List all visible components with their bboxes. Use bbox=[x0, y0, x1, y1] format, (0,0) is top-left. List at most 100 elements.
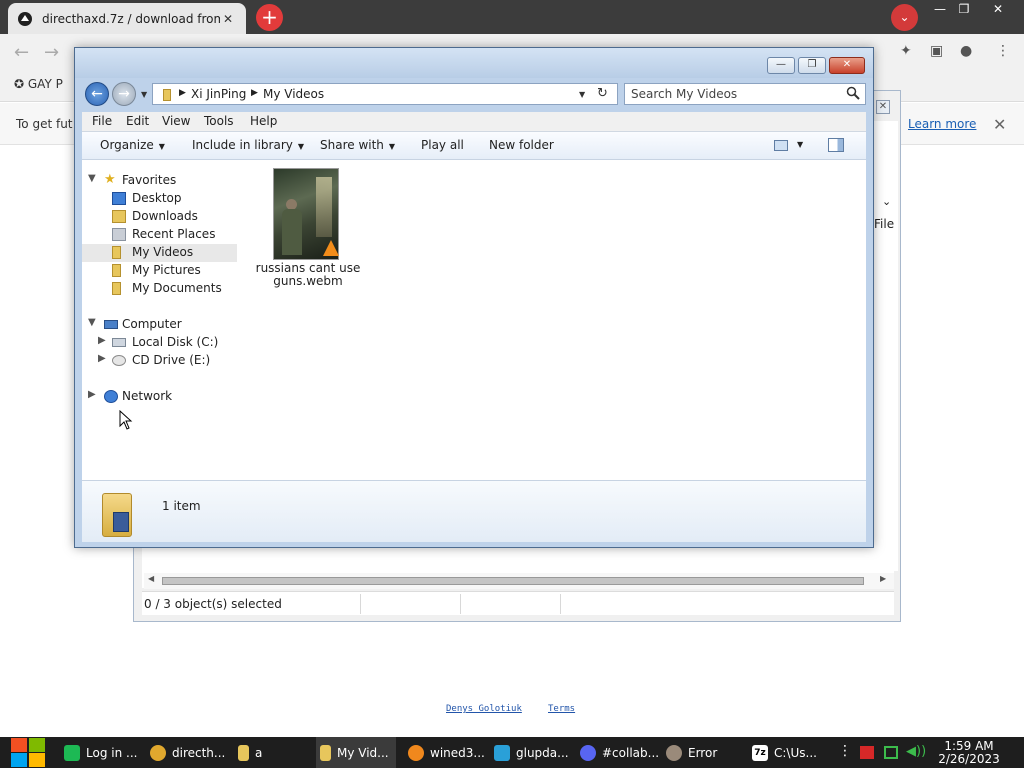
taskbar-item-wined3d[interactable]: wined3... bbox=[404, 737, 484, 768]
extensions-icon[interactable]: ✦ bbox=[900, 43, 912, 59]
nav-cd-drive[interactable]: ▶ CD Drive (E:) bbox=[82, 352, 241, 370]
file-item[interactable]: russians cant use guns.webm bbox=[253, 168, 363, 288]
window-close-button[interactable]: ✕ bbox=[976, 0, 1020, 18]
scroll-right-icon[interactable]: ▶ bbox=[880, 574, 886, 583]
flag-icon[interactable] bbox=[860, 746, 874, 759]
kebab-menu-icon[interactable]: ⋮ bbox=[996, 43, 1010, 59]
scroll-left-icon[interactable]: ◀ bbox=[148, 574, 154, 583]
info-bar-close-icon[interactable]: ✕ bbox=[993, 115, 1006, 134]
taskbar-item-error[interactable]: Error bbox=[662, 737, 740, 768]
7zip-icon: 7z bbox=[752, 744, 768, 761]
browser-tab[interactable]: directhaxd.7z / download from t ✕ bbox=[8, 3, 246, 34]
preview-pane-icon[interactable] bbox=[828, 138, 844, 152]
taskbar-item-7zip[interactable]: 7z C:\Us... bbox=[748, 737, 828, 768]
back-button[interactable]: ← bbox=[85, 82, 109, 106]
tab-title: directhaxd.7z / download from t bbox=[42, 11, 220, 26]
recent-pages-caret-icon[interactable]: ▼ bbox=[141, 90, 147, 99]
taskbar-item-folder-a[interactable]: a bbox=[234, 737, 312, 768]
learn-more-link[interactable]: Learn more bbox=[908, 117, 976, 131]
breadcrumb-separator-icon[interactable]: ▶ bbox=[179, 88, 186, 98]
address-row: ← → ▼ ▶ Xi JinPing ▶ My Videos ▼ ↻ bbox=[80, 79, 870, 109]
chevron-down-icon[interactable]: ⌄ bbox=[891, 4, 918, 31]
file-column-header[interactable]: File bbox=[874, 217, 894, 231]
window-maximize-button[interactable]: ❐ bbox=[952, 0, 976, 18]
address-bar[interactable]: ▶ Xi JinPing ▶ My Videos ▼ ↻ bbox=[152, 83, 618, 105]
network-tray-icon[interactable] bbox=[884, 746, 898, 759]
search-box[interactable] bbox=[624, 83, 866, 105]
terms-link[interactable]: Terms bbox=[548, 704, 575, 714]
breadcrumb-current[interactable]: My Videos bbox=[263, 87, 324, 101]
command-bar: Organize ▼ Include in library ▼ Share with… bbox=[82, 132, 866, 160]
archive-close-button[interactable]: ✕ bbox=[876, 100, 890, 114]
menu-edit[interactable]: Edit bbox=[126, 114, 149, 128]
desktop-icon bbox=[112, 192, 126, 205]
nav-my-documents[interactable]: My Documents bbox=[82, 280, 241, 298]
expand-icon: ▶ bbox=[98, 353, 106, 364]
window-minimize-button[interactable]: — bbox=[928, 0, 952, 18]
share-with-button[interactable]: Share with ▼ bbox=[320, 138, 395, 152]
include-in-library-button[interactable]: Include in library ▼ bbox=[192, 138, 304, 152]
star-icon: ★ bbox=[104, 172, 116, 187]
tab-close-button[interactable]: ✕ bbox=[220, 12, 236, 26]
cd-drive-icon bbox=[112, 355, 126, 366]
volume-icon[interactable]: ◀)) bbox=[906, 744, 926, 759]
search-input[interactable] bbox=[631, 86, 831, 102]
downloads-folder-icon bbox=[112, 210, 126, 223]
new-tab-button[interactable]: + bbox=[256, 4, 283, 31]
taskbar-item-browser[interactable]: directh... bbox=[146, 737, 228, 768]
bookmark-item[interactable]: ✪ GAY P bbox=[14, 77, 63, 91]
taskbar-item-my-videos[interactable]: My Vid... bbox=[316, 737, 396, 768]
breadcrumb-user[interactable]: Xi JinPing bbox=[191, 87, 246, 101]
nav-local-disk[interactable]: ▶ Local Disk (C:) bbox=[82, 334, 241, 352]
menu-file[interactable]: File bbox=[92, 114, 112, 128]
horizontal-scrollbar[interactable]: ◀ ▶ bbox=[144, 573, 894, 589]
scrollbar-thumb[interactable] bbox=[162, 577, 864, 585]
maximize-button[interactable]: ❐ bbox=[798, 57, 826, 74]
taskbar-item-glupdate[interactable]: glupda... bbox=[490, 737, 570, 768]
nav-computer[interactable]: ▼ Computer bbox=[82, 316, 241, 334]
folder-icon bbox=[163, 89, 171, 101]
chevron-down-icon[interactable]: ⌄ bbox=[882, 195, 891, 208]
search-tool-icon bbox=[408, 744, 424, 761]
taskbar-item-login[interactable]: Log in ... bbox=[60, 737, 140, 768]
organize-button[interactable]: Organize ▼ bbox=[100, 138, 165, 152]
start-button[interactable] bbox=[8, 737, 48, 768]
new-folder-button[interactable]: New folder bbox=[489, 138, 554, 152]
nav-favorites[interactable]: ▼ ★ Favorites bbox=[82, 172, 241, 190]
forward-arrow-icon[interactable]: → bbox=[44, 42, 59, 63]
address-dropdown-icon[interactable]: ▼ bbox=[579, 90, 585, 99]
expand-icon: ▶ bbox=[88, 389, 96, 400]
back-arrow-icon[interactable]: ← bbox=[14, 42, 29, 63]
menu-view[interactable]: View bbox=[162, 114, 190, 128]
forward-button[interactable]: → bbox=[112, 82, 136, 106]
menu-tools[interactable]: Tools bbox=[204, 114, 234, 128]
nav-downloads[interactable]: Downloads bbox=[82, 208, 241, 226]
menu-help[interactable]: Help bbox=[250, 114, 277, 128]
author-link[interactable]: Denys Golotiuk bbox=[446, 704, 522, 714]
close-button[interactable]: ✕ bbox=[829, 57, 865, 74]
search-icon[interactable] bbox=[846, 86, 860, 100]
play-all-button[interactable]: Play all bbox=[421, 138, 464, 152]
discord-icon bbox=[580, 744, 596, 761]
chevron-down-icon: ▼ bbox=[158, 142, 165, 151]
nav-recent-places[interactable]: Recent Places bbox=[82, 226, 241, 244]
taskbar-item-discord[interactable]: #collab... bbox=[576, 737, 658, 768]
kebab-menu-icon[interactable]: ⋮ bbox=[838, 743, 852, 759]
date: 2/26/2023 bbox=[938, 752, 1000, 766]
change-view-icon[interactable] bbox=[774, 140, 788, 151]
taskbar: Log in ... directh... a My Vid... wined3… bbox=[0, 737, 1024, 768]
clock[interactable]: 1:59 AM 2/26/2023 bbox=[934, 740, 1004, 766]
nav-my-videos[interactable]: My Videos bbox=[82, 244, 237, 262]
pictures-folder-icon bbox=[112, 264, 121, 277]
sidebar-icon[interactable]: ▣ bbox=[930, 43, 943, 59]
nav-network[interactable]: ▶ Network bbox=[82, 388, 241, 406]
nav-my-pictures[interactable]: My Pictures bbox=[82, 262, 241, 280]
profile-icon[interactable]: ● bbox=[960, 43, 972, 59]
breadcrumb-separator-icon[interactable]: ▶ bbox=[251, 88, 258, 98]
windows-logo-icon bbox=[11, 738, 27, 752]
chevron-down-icon[interactable]: ▼ bbox=[797, 140, 803, 149]
nav-desktop[interactable]: Desktop bbox=[82, 190, 241, 208]
minimize-button[interactable]: — bbox=[767, 57, 795, 74]
refresh-icon[interactable]: ↻ bbox=[597, 86, 608, 101]
explorer-titlebar[interactable]: — ❐ ✕ bbox=[75, 48, 873, 78]
